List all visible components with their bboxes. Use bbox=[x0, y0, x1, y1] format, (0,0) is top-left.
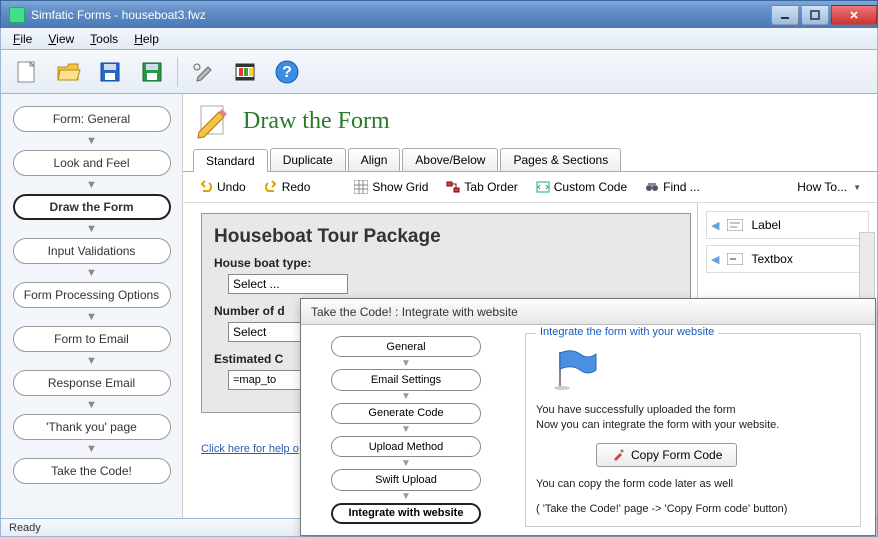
menu-file[interactable]: File bbox=[5, 30, 40, 48]
nav-arrow-icon: ▼ bbox=[86, 178, 97, 192]
menu-help[interactable]: Help bbox=[126, 30, 167, 48]
tab-order-icon bbox=[446, 180, 460, 194]
nav-step-6[interactable]: Response Email bbox=[13, 370, 171, 396]
step-arrow-icon: ▼ bbox=[401, 458, 411, 468]
take-the-code-dialog: Take the Code! : Integrate with website … bbox=[300, 298, 876, 536]
step-arrow-icon: ▼ bbox=[401, 358, 411, 368]
editor-tab-pages-sections[interactable]: Pages & Sections bbox=[500, 148, 621, 171]
textbox-icon bbox=[727, 253, 743, 265]
palette-item-label: Textbox bbox=[751, 252, 792, 266]
settings-button[interactable] bbox=[186, 55, 220, 89]
close-button[interactable] bbox=[831, 5, 877, 25]
palette-item-label: Label bbox=[751, 218, 780, 232]
drag-handle-icon: ◀ bbox=[711, 219, 719, 232]
save-button[interactable] bbox=[93, 55, 127, 89]
maximize-button[interactable] bbox=[801, 5, 829, 25]
nav-arrow-icon: ▼ bbox=[86, 134, 97, 148]
window-title: Simfatic Forms - houseboat3.fwz bbox=[31, 8, 206, 22]
help-button[interactable]: ? bbox=[270, 55, 304, 89]
dialog-step-1[interactable]: Email Settings bbox=[331, 369, 481, 390]
nav-step-8[interactable]: Take the Code! bbox=[13, 458, 171, 484]
page-title: Draw the Form bbox=[243, 108, 390, 135]
editor-toolbar: Undo Redo Show Grid Tab Order Custom Cod… bbox=[183, 172, 877, 203]
nav-arrow-icon: ▼ bbox=[86, 398, 97, 412]
main-toolbar: ? bbox=[0, 50, 878, 94]
menubar: File View Tools Help bbox=[0, 28, 878, 50]
step-arrow-icon: ▼ bbox=[401, 492, 411, 502]
nav-step-2[interactable]: Draw the Form bbox=[13, 194, 171, 220]
dialog-title: Take the Code! : Integrate with website bbox=[301, 299, 875, 325]
pencil-paper-icon bbox=[195, 102, 233, 140]
dialog-text-2: Now you can integrate the form with your… bbox=[536, 418, 850, 433]
nav-step-7[interactable]: 'Thank you' page bbox=[13, 414, 171, 440]
custom-code-button[interactable]: Custom Code bbox=[532, 178, 631, 196]
grid-icon bbox=[354, 180, 368, 194]
editor-tab-above-below[interactable]: Above/Below bbox=[402, 148, 498, 171]
titlebar: Simfatic Forms - houseboat3.fwz bbox=[0, 0, 878, 28]
flag-icon bbox=[550, 348, 600, 390]
editor-tab-align[interactable]: Align bbox=[348, 148, 401, 171]
nav-step-3[interactable]: Input Validations bbox=[13, 238, 171, 264]
media-button[interactable] bbox=[228, 55, 262, 89]
editor-tab-duplicate[interactable]: Duplicate bbox=[270, 148, 346, 171]
redo-button[interactable]: Redo bbox=[260, 178, 315, 196]
how-to-dropdown[interactable]: How To...▼ bbox=[793, 178, 865, 196]
nav-step-5[interactable]: Form to Email bbox=[13, 326, 171, 352]
menu-tools[interactable]: Tools bbox=[82, 30, 126, 48]
dialog-step-2[interactable]: Generate Code bbox=[331, 403, 481, 424]
nav-arrow-icon: ▼ bbox=[86, 222, 97, 236]
dialog-text-4: ( 'Take the Code!' page -> 'Copy Form co… bbox=[536, 502, 850, 517]
new-button[interactable] bbox=[9, 55, 43, 89]
dialog-step-0[interactable]: General bbox=[331, 336, 481, 357]
integrate-fieldset: Integrate the form with your website You… bbox=[525, 333, 861, 527]
nav-arrow-icon: ▼ bbox=[86, 442, 97, 456]
find-button[interactable]: Find ... bbox=[641, 178, 704, 196]
dialog-step-5[interactable]: Integrate with website bbox=[331, 503, 481, 524]
show-grid-button[interactable]: Show Grid bbox=[350, 178, 432, 196]
dialog-text-3: You can copy the form code later as well bbox=[536, 477, 850, 492]
dialog-text-1: You have successfully uploaded the form bbox=[536, 403, 850, 418]
code-icon bbox=[536, 180, 550, 194]
label-icon bbox=[727, 219, 743, 231]
undo-button[interactable]: Undo bbox=[195, 178, 250, 196]
tools-icon bbox=[611, 448, 625, 462]
minimize-button[interactable] bbox=[771, 5, 799, 25]
drag-handle-icon: ◀ bbox=[711, 253, 719, 266]
save-as-button[interactable] bbox=[135, 55, 169, 89]
open-button[interactable] bbox=[51, 55, 85, 89]
app-icon bbox=[9, 7, 25, 23]
dialog-step-nav: General▼Email Settings▼Generate Code▼Upl… bbox=[301, 325, 511, 535]
nav-step-4[interactable]: Form Processing Options bbox=[13, 282, 171, 308]
nav-arrow-icon: ▼ bbox=[86, 310, 97, 324]
nav-sidebar: Form: General ▼ Look and Feel ▼ Draw the For… bbox=[1, 94, 183, 518]
tab-order-button[interactable]: Tab Order bbox=[442, 178, 521, 196]
boat-type-label: House boat type: bbox=[214, 256, 678, 270]
nav-step-0[interactable]: Form: General bbox=[13, 106, 171, 132]
status-text: Ready bbox=[9, 522, 41, 534]
palette-label-item[interactable]: ◀ Label bbox=[706, 211, 869, 239]
dialog-step-4[interactable]: Swift Upload bbox=[331, 469, 481, 490]
palette-textbox-item[interactable]: ◀ Textbox bbox=[706, 245, 869, 273]
fieldset-legend: Integrate the form with your website bbox=[536, 326, 718, 338]
copy-form-code-button[interactable]: Copy Form Code bbox=[596, 443, 737, 467]
canvas-help-link[interactable]: Click here for help o bbox=[201, 443, 299, 455]
svg-text:?: ? bbox=[282, 64, 292, 81]
binoculars-icon bbox=[645, 180, 659, 194]
nav-arrow-icon: ▼ bbox=[86, 266, 97, 280]
editor-tab-standard[interactable]: Standard bbox=[193, 149, 268, 172]
nav-arrow-icon: ▼ bbox=[86, 354, 97, 368]
nav-step-1[interactable]: Look and Feel bbox=[13, 150, 171, 176]
menu-view[interactable]: View bbox=[40, 30, 82, 48]
boat-type-select[interactable]: Select ... bbox=[228, 274, 348, 294]
step-arrow-icon: ▼ bbox=[401, 392, 411, 402]
step-arrow-icon: ▼ bbox=[401, 425, 411, 435]
editor-tabs: StandardDuplicateAlignAbove/BelowPages &… bbox=[183, 148, 877, 172]
form-heading: Houseboat Tour Package bbox=[214, 226, 678, 248]
dialog-step-3[interactable]: Upload Method bbox=[331, 436, 481, 457]
